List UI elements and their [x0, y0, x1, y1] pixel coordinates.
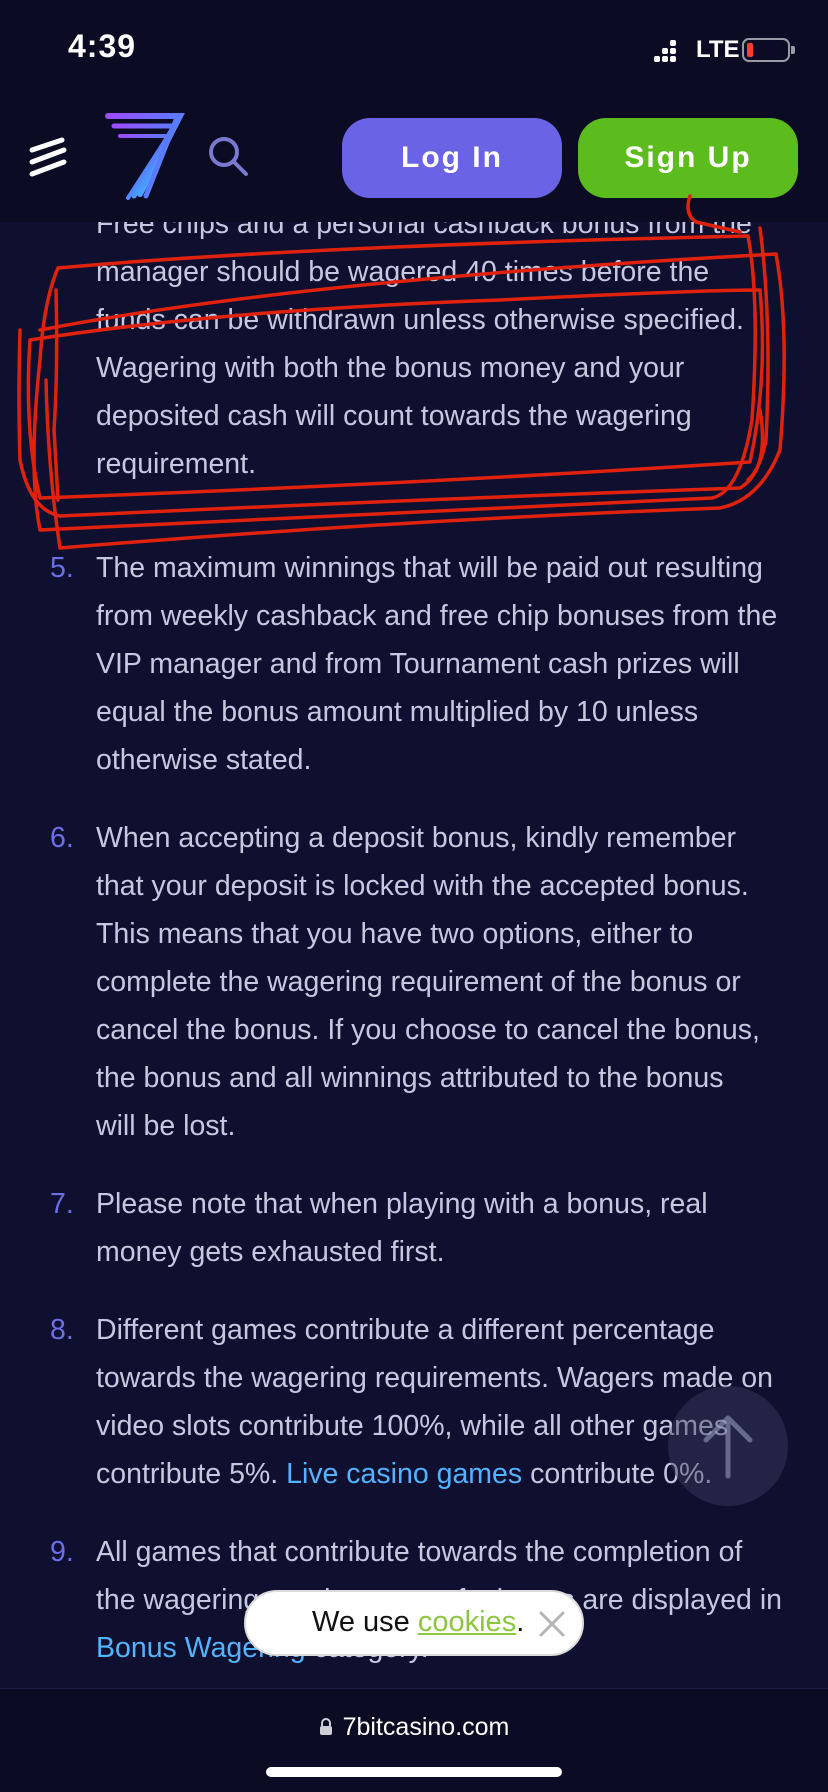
text-line: will be lost. — [96, 1110, 236, 1142]
signup-button[interactable]: Sign Up — [578, 118, 798, 198]
text-line: money gets exhausted first. — [96, 1236, 445, 1268]
terms-item-7: Please note that when playing with a bon… — [96, 1180, 796, 1276]
text-fragment: . — [516, 1606, 525, 1638]
text-line: Different games contribute a different p… — [96, 1314, 715, 1346]
search-icon[interactable] — [206, 134, 250, 178]
url-text: 7bitcasino.com — [342, 1713, 510, 1741]
logo-7bit[interactable] — [100, 106, 190, 202]
text-line: VIP manager and from Tournament cash pri… — [96, 648, 740, 680]
text-line: requirement. — [96, 448, 256, 480]
cookies-link[interactable]: cookies — [418, 1606, 516, 1638]
text-line: This means that you have two options, ei… — [96, 918, 694, 950]
cookie-banner: We use cookies. — [244, 1590, 584, 1656]
status-time: 4:39 — [68, 28, 137, 64]
terms-item-5: The maximum winnings that will be paid o… — [96, 544, 796, 784]
text-line: otherwise stated. — [96, 744, 312, 776]
text-line: complete the wagering requirement of the… — [96, 966, 741, 998]
text-line: from weekly cashback and free chip bonus… — [96, 600, 778, 632]
text-line: Wagering with both the bonus money and y… — [96, 352, 685, 384]
list-number: 8. — [50, 1314, 74, 1346]
text-line: the bonus and all winnings attributed to… — [96, 1062, 724, 1094]
terms-item-6: When accepting a deposit bonus, kindly r… — [96, 814, 796, 1150]
text-line: All games that contribute towards the co… — [96, 1536, 743, 1568]
list-number: 5. — [50, 552, 74, 584]
text-line: that your deposit is locked with the acc… — [96, 870, 749, 902]
arrow-up-icon — [703, 1415, 753, 1479]
login-button[interactable]: Log In — [342, 118, 562, 198]
terms-item-4: Free chips and a personal cashback bonus… — [96, 222, 796, 488]
live-casino-games-link[interactable]: Live casino games — [286, 1458, 522, 1490]
site-header: Log In Sign Up — [0, 96, 828, 222]
list-number: 7. — [50, 1188, 74, 1220]
text-line: When accepting a deposit bonus, kindly r… — [96, 822, 737, 854]
network-label: LTE — [696, 36, 740, 63]
text-line: deposited cash will count towards the wa… — [96, 400, 692, 432]
lock-icon — [319, 1718, 332, 1735]
signal-icon — [654, 40, 682, 64]
list-number: 6. — [50, 822, 74, 854]
text-line: Free chips and a personal cashback bonus… — [96, 222, 752, 240]
url-display[interactable]: 7bitcasino.com — [0, 1713, 828, 1742]
text-line: manager should be wagered 40 times befor… — [96, 256, 710, 288]
cookie-text: We use cookies. — [312, 1606, 524, 1639]
text-fragment: contribute 5%. — [96, 1458, 287, 1490]
home-indicator[interactable] — [266, 1767, 562, 1777]
text-line: The maximum winnings that will be paid o… — [96, 552, 763, 584]
text-line: cancel the bonus. If you choose to cance… — [96, 1014, 760, 1046]
status-bar: 4:39 LTE — [0, 0, 828, 96]
battery-icon — [742, 38, 795, 62]
text-line: funds can be withdrawn unless otherwise … — [96, 304, 744, 336]
scroll-to-top-button[interactable] — [668, 1386, 788, 1506]
text-line: equal the bonus amount multiplied by 10 … — [96, 696, 699, 728]
browser-url-bar[interactable]: 7bitcasino.com — [0, 1688, 828, 1792]
text-fragment: We use — [312, 1606, 418, 1638]
menu-icon[interactable] — [28, 136, 68, 180]
list-number: 9. — [50, 1536, 74, 1568]
close-icon[interactable] — [536, 1608, 568, 1640]
text-line: Please note that when playing with a bon… — [96, 1188, 708, 1220]
